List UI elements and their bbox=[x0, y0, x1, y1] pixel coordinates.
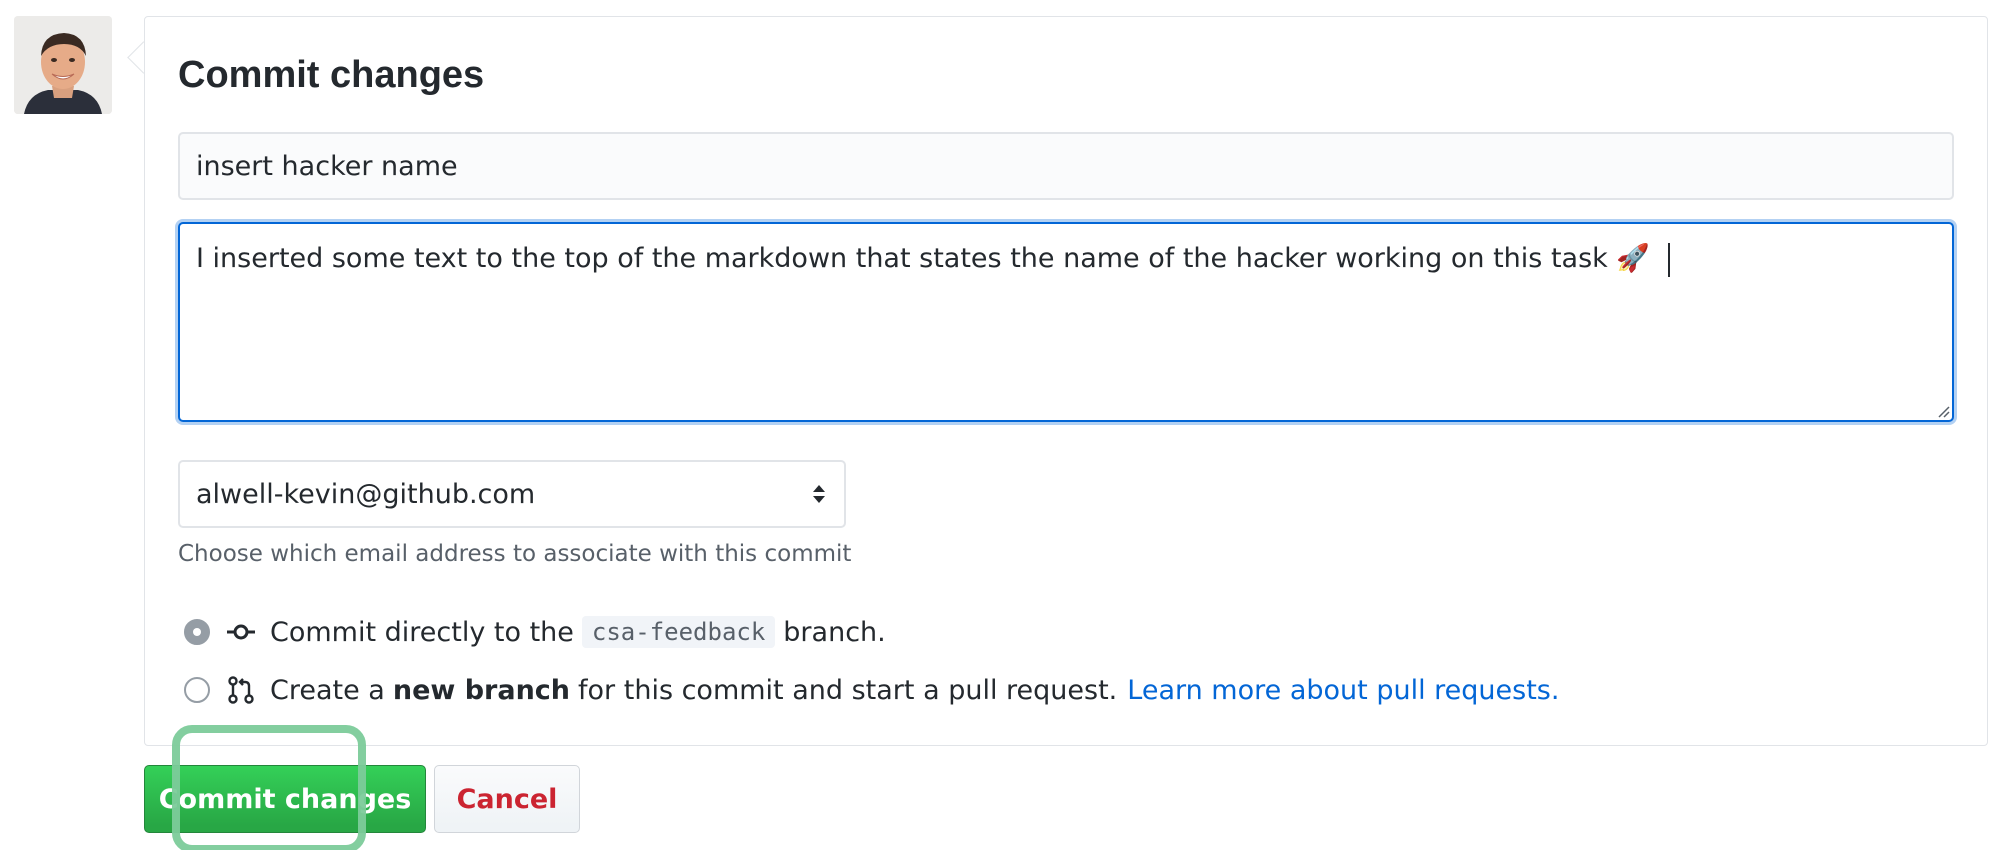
option-commit-direct[interactable]: Commit directly to the csa-feedback bran… bbox=[184, 612, 886, 652]
option-new-bold: new branch bbox=[392, 674, 571, 706]
email-select[interactable]: alwell-kevin@github.com bbox=[178, 460, 846, 528]
option-new-branch[interactable]: Create a new branch for this commit and … bbox=[184, 670, 1559, 710]
user-avatar-icon bbox=[14, 16, 112, 114]
resize-grip-icon[interactable] bbox=[1934, 402, 1950, 418]
commit-changes-label: Commit changes bbox=[158, 783, 412, 815]
radio-commit-direct[interactable] bbox=[184, 619, 210, 645]
commit-description-textarea[interactable]: I inserted some text to the top of the m… bbox=[178, 222, 1954, 422]
commit-form-page: Commit changes insert hacker name I inse… bbox=[0, 0, 2012, 850]
radio-new-branch[interactable] bbox=[184, 677, 210, 703]
commit-changes-button[interactable]: Commit changes bbox=[144, 765, 426, 833]
git-pull-request-icon bbox=[228, 676, 254, 704]
cancel-button[interactable]: Cancel bbox=[434, 765, 580, 833]
option-direct-prefix: Commit directly to the bbox=[270, 616, 574, 648]
avatar[interactable] bbox=[14, 16, 112, 114]
email-select-value: alwell-kevin@github.com bbox=[196, 478, 536, 510]
option-direct-suffix: branch. bbox=[783, 616, 886, 648]
commit-summary-input[interactable]: insert hacker name bbox=[178, 132, 1954, 200]
option-new-prefix: Create a bbox=[270, 674, 385, 706]
learn-more-pull-requests-link[interactable]: Learn more about pull requests. bbox=[1127, 675, 1559, 706]
panel-title: Commit changes bbox=[178, 54, 485, 96]
git-commit-icon bbox=[227, 624, 255, 640]
commit-description-value: I inserted some text to the top of the m… bbox=[196, 243, 1650, 274]
text-caret bbox=[1667, 242, 1670, 277]
branch-name-code: csa-feedback bbox=[581, 616, 776, 648]
commit-summary-value: insert hacker name bbox=[196, 150, 458, 182]
option-new-suffix: for this commit and start a pull request… bbox=[578, 674, 1118, 706]
cancel-label: Cancel bbox=[456, 783, 558, 815]
select-arrows-icon bbox=[813, 485, 825, 503]
email-help-text: Choose which email address to associate … bbox=[178, 541, 852, 567]
